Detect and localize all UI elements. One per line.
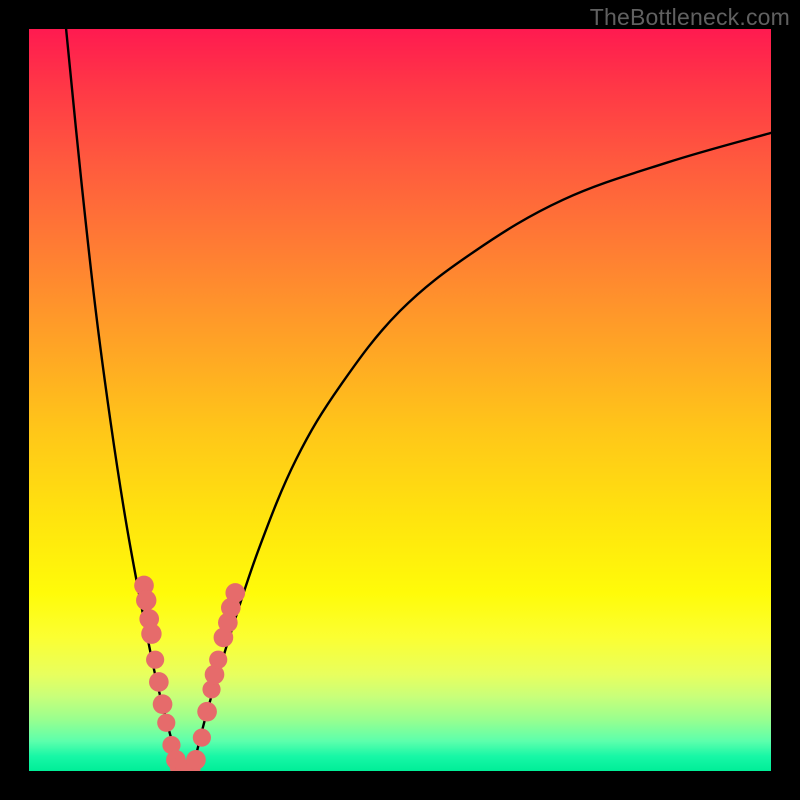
curve-layer	[66, 29, 771, 771]
data-point	[225, 583, 245, 603]
chart-svg	[29, 29, 771, 771]
chart-container: TheBottleneck.com	[0, 0, 800, 800]
data-point	[209, 651, 227, 669]
data-point	[136, 590, 156, 610]
plot-area	[29, 29, 771, 771]
data-point	[193, 729, 211, 747]
data-point	[141, 624, 161, 644]
scatter-layer	[134, 576, 245, 771]
data-point	[153, 694, 173, 714]
data-point	[146, 651, 164, 669]
data-point	[197, 702, 217, 722]
data-point	[186, 750, 206, 770]
data-point	[149, 672, 169, 692]
curve-right-branch	[192, 133, 771, 771]
data-point	[157, 714, 175, 732]
watermark-text: TheBottleneck.com	[590, 4, 790, 31]
